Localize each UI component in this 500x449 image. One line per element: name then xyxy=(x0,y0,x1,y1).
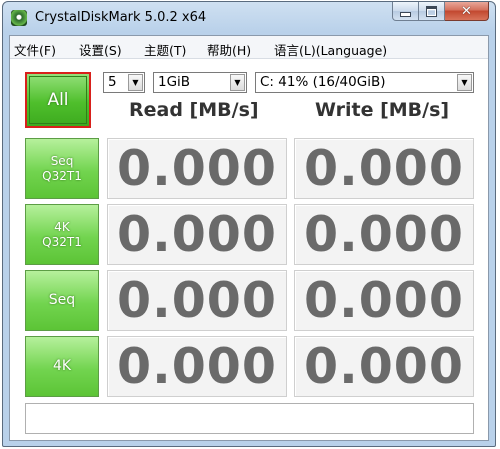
test-label-line1: 4K xyxy=(52,358,72,374)
test-label-line2: Q32T1 xyxy=(42,168,82,183)
chevron-down-icon[interactable]: ▼ xyxy=(230,74,245,91)
menu-theme[interactable]: 主题(T) xyxy=(144,40,186,59)
all-button[interactable]: All xyxy=(25,72,91,128)
4k-read-result: 0.000 xyxy=(107,336,287,397)
test-label-line1: Seq xyxy=(48,292,76,308)
menu-bar: 文件(F) 设置(S) 主题(T) 帮助(H) 语言(L)(Language) xyxy=(10,36,488,59)
write-column-header: Write [MB/s] xyxy=(315,99,450,121)
test-size-value: 1GiB xyxy=(158,74,191,90)
test-count-select[interactable]: 5 ▼ xyxy=(103,72,145,93)
drive-value: C: 41% (16/40GiB) xyxy=(260,74,386,90)
seq-write-result: 0.000 xyxy=(294,270,474,331)
seq-button[interactable]: Seq xyxy=(25,270,99,331)
menu-settings[interactable]: 设置(S) xyxy=(79,40,122,59)
test-label-line1: 4K xyxy=(54,219,70,234)
close-button[interactable]: ✕ xyxy=(445,2,489,21)
test-label-line1: Seq xyxy=(50,153,74,168)
drive-select[interactable]: C: 41% (16/40GiB) ▼ xyxy=(255,72,474,93)
app-window: CrystalDiskMark 5.0.2 x64 ✕ 文件(F) 设置(S) … xyxy=(2,1,496,447)
seq-read-result: 0.000 xyxy=(107,270,287,331)
client-area: 文件(F) 设置(S) 主题(T) 帮助(H) 语言(L)(Language) … xyxy=(9,35,489,441)
chevron-down-icon[interactable]: ▼ xyxy=(457,74,472,91)
4k-q32t1-write-result: 0.000 xyxy=(294,204,474,265)
4k-q32t1-button[interactable]: 4K Q32T1 xyxy=(25,204,99,265)
minimize-icon xyxy=(400,12,411,17)
menu-help[interactable]: 帮助(H) xyxy=(207,40,251,59)
minimize-button[interactable] xyxy=(392,2,419,21)
window-title: CrystalDiskMark 5.0.2 x64 xyxy=(35,10,207,25)
benchmark-panel: All 5 ▼ 1GiB ▼ C: 41% (16/40GiB) ▼ Read … xyxy=(10,59,488,440)
seq-q32t1-write-result: 0.000 xyxy=(294,138,474,199)
4k-button[interactable]: 4K xyxy=(25,336,99,397)
seq-q32t1-read-result: 0.000 xyxy=(107,138,287,199)
disk-app-icon xyxy=(11,10,27,26)
comment-field[interactable] xyxy=(25,403,474,434)
4k-q32t1-read-result: 0.000 xyxy=(107,204,287,265)
read-column-header: Read [MB/s] xyxy=(129,99,259,121)
menu-file[interactable]: 文件(F) xyxy=(14,40,56,59)
caption-buttons: ✕ xyxy=(392,2,489,22)
seq-q32t1-button[interactable]: Seq Q32T1 xyxy=(25,138,99,199)
4k-write-result: 0.000 xyxy=(294,336,474,397)
close-icon: ✕ xyxy=(461,3,472,19)
title-bar[interactable]: CrystalDiskMark 5.0.2 x64 ✕ xyxy=(3,2,495,34)
chevron-down-icon[interactable]: ▼ xyxy=(128,74,143,91)
menu-language[interactable]: 语言(L)(Language) xyxy=(274,40,387,59)
test-size-select[interactable]: 1GiB ▼ xyxy=(153,72,247,93)
test-label-line2: Q32T1 xyxy=(42,234,82,249)
maximize-icon xyxy=(426,5,437,17)
test-count-value: 5 xyxy=(108,74,117,90)
all-button-focus-ring xyxy=(29,76,87,124)
maximize-button[interactable] xyxy=(419,2,445,21)
